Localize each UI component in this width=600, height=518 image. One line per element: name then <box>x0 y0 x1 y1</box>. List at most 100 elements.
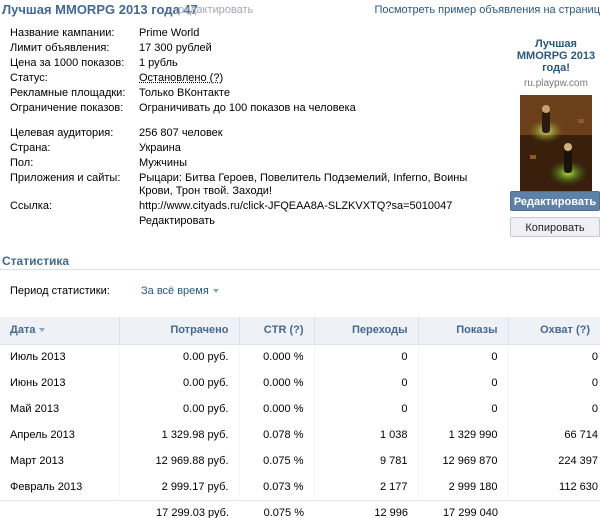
campaign-label: Название кампании: <box>10 27 115 39</box>
stats-header-row: Дата Потрачено CTR (?) Переходы Показы О… <box>0 317 600 345</box>
table-cell: 0 <box>418 344 509 370</box>
info-row-status: Статус: Остановлено (?) <box>10 72 500 85</box>
audience-label: Целевая аудитория: <box>10 127 114 139</box>
table-cell: Апрель 2013 <box>0 422 120 448</box>
info-row-placements: Рекламные площадки: Только ВКонтакте <box>10 87 500 100</box>
stats-body: Июль 2013 0.00 руб. 0.000 % 0 0 0 Июнь 2013 0.0… <box>0 344 600 500</box>
sort-down-icon <box>39 328 46 333</box>
column-header-impressions[interactable]: Показы <box>418 317 509 345</box>
table-cell: 0.000 % <box>239 396 315 422</box>
table-cell: 0 <box>418 370 509 396</box>
column-header-date[interactable]: Дата <box>0 317 120 345</box>
table-cell: 0 <box>314 370 419 396</box>
table-cell: 9 781 <box>314 448 419 474</box>
table-row: Май 2013 0.00 руб. 0.000 % 0 0 0 <box>0 396 600 422</box>
gender-label: Пол: <box>10 157 34 169</box>
table-cell: Февраль 2013 <box>0 474 120 500</box>
status-value-link[interactable]: Остановлено (?) <box>139 72 500 85</box>
table-cell: 0 <box>591 377 598 389</box>
ad-info: Название кампании: Prime World Лимит объ… <box>10 27 500 230</box>
table-cell: 224 397 <box>558 455 598 467</box>
ad-url-link[interactable]: http://www.cityads.ru/click-JFQEAA8A-SLZ… <box>139 200 500 213</box>
totals-cell: 17 299.03 руб. <box>119 499 239 518</box>
totals-cell: 0.075 % <box>239 499 314 518</box>
limit-value-link[interactable]: 17 300 рублей <box>139 42 500 55</box>
info-row-limit: Лимит объявления: 17 300 рублей <box>10 42 500 55</box>
table-row: Июнь 2013 0.00 руб. 0.000 % 0 0 0 <box>0 370 600 396</box>
link-edit-spacer <box>10 215 139 228</box>
info-row-gender: Пол: Мужчины <box>10 157 500 170</box>
table-cell: 0.000 % <box>239 344 315 370</box>
price-value-link[interactable]: 1 рубль <box>139 57 500 70</box>
info-row-country: Страна: Украина <box>10 142 500 155</box>
column-header-spent[interactable]: Потрачено <box>119 317 240 345</box>
campaign-value: Prime World <box>139 27 200 39</box>
table-cell: 2 177 <box>314 474 419 500</box>
stats-table: Дата Потрачено CTR (?) Переходы Показы О… <box>0 317 600 518</box>
table-cell: 2 999.17 руб. <box>119 474 240 500</box>
column-header-ctr[interactable]: CTR (?) <box>239 317 315 345</box>
table-cell: 0.075 % <box>239 448 315 474</box>
info-row-apps: Приложения и сайты: Рыцари: Битва Героев… <box>10 172 500 198</box>
table-cell: 0 <box>314 344 419 370</box>
table-cell: 0.078 % <box>239 422 315 448</box>
table-cell: 0.073 % <box>239 474 315 500</box>
period-dropdown-value[interactable]: За всё время <box>141 285 209 297</box>
table-cell: 66 714 <box>564 429 598 441</box>
table-cell: 2 999 180 <box>418 474 509 500</box>
table-cell: Март 2013 <box>0 448 120 474</box>
table-cell: Июль 2013 <box>0 344 120 370</box>
totals-cell: 17 299 040 <box>418 499 508 518</box>
edit-ad-button[interactable]: Редактировать <box>510 191 600 211</box>
table-cell: 0.00 руб. <box>119 344 240 370</box>
table-cell: 12 969.88 руб. <box>119 448 240 474</box>
ad-header: Лучшая MMORPG 2013 года 47 редактировать… <box>0 0 600 18</box>
stats-totals-row: 17 299.03 руб. 0.075 % 12 996 17 299 040 <box>0 499 600 518</box>
country-label: Страна: <box>10 142 51 154</box>
status-label: Статус: <box>10 72 48 84</box>
table-cell: 112 630 <box>559 480 598 493</box>
table-cell: 12 969 870 <box>418 448 509 474</box>
price-label: Цена за 1000 показов: <box>10 57 125 69</box>
copy-ad-button[interactable]: Копировать <box>510 217 600 237</box>
ad-preview-domain: ru.playpw.com <box>524 78 588 89</box>
info-row-campaign: Название кампании: Prime World <box>10 27 500 40</box>
table-cell: 0.000 % <box>239 370 315 396</box>
preview-ad-link[interactable]: Посмотреть пример объявления на страниц <box>374 4 600 16</box>
info-row-link: Ссылка: http://www.cityads.ru/click-JFQE… <box>10 200 500 213</box>
info-row-audience: Целевая аудитория: 256 807 человек <box>10 127 500 140</box>
impressions-value: Ограничивать до 100 показов на человека <box>139 102 356 114</box>
totals-cell <box>508 499 600 518</box>
table-cell: Июнь 2013 <box>0 370 120 396</box>
period-dropdown[interactable]: За всё время <box>141 285 219 297</box>
totals-cell <box>0 499 119 518</box>
info-row-price: Цена за 1000 показов: 1 рубль <box>10 57 500 70</box>
table-cell: 0 <box>591 403 598 415</box>
info-row-link-edit: Редактировать <box>10 215 500 228</box>
country-value: Украина <box>139 142 181 154</box>
ad-preview[interactable]: Лучшая MMORPG 2013 года! ru.playpw.com <box>512 38 600 193</box>
info-row-impressions: Ограничение показов: Ограничивать до 100… <box>10 102 500 115</box>
stats-divider <box>0 269 600 270</box>
table-row: Март 2013 12 969.88 руб. 0.075 % 9 781 12 96… <box>0 448 600 474</box>
ad-preview-image[interactable] <box>520 95 592 193</box>
column-header-date-label[interactable]: Дата <box>10 324 35 336</box>
ad-title: Лучшая MMORPG 2013 года 47 <box>2 2 198 17</box>
apps-value: Рыцари: Битва Героев, Повелитель Подземе… <box>139 172 468 197</box>
placements-value: Только ВКонтакте <box>139 87 230 99</box>
table-cell: 0 <box>418 396 509 422</box>
table-cell: 0.00 руб. <box>119 370 240 396</box>
limit-label: Лимит объявления: <box>10 42 110 54</box>
link-edit-link[interactable]: Редактировать <box>139 215 500 228</box>
stats-title: Статистика <box>2 254 70 268</box>
table-cell: 0.00 руб. <box>119 396 240 422</box>
column-header-clicks[interactable]: Переходы <box>314 317 419 345</box>
chevron-down-icon <box>212 289 219 294</box>
edit-title-link[interactable]: редактировать <box>178 4 253 16</box>
column-header-reach[interactable]: Охват (?) <box>508 317 600 345</box>
audience-value: 256 807 человек <box>139 127 223 139</box>
table-row: Апрель 2013 1 329.98 руб. 0.078 % 1 038 1 32… <box>0 422 600 448</box>
ad-preview-title[interactable]: Лучшая MMORPG 2013 года! <box>512 38 600 74</box>
table-cell: 0 <box>314 396 419 422</box>
